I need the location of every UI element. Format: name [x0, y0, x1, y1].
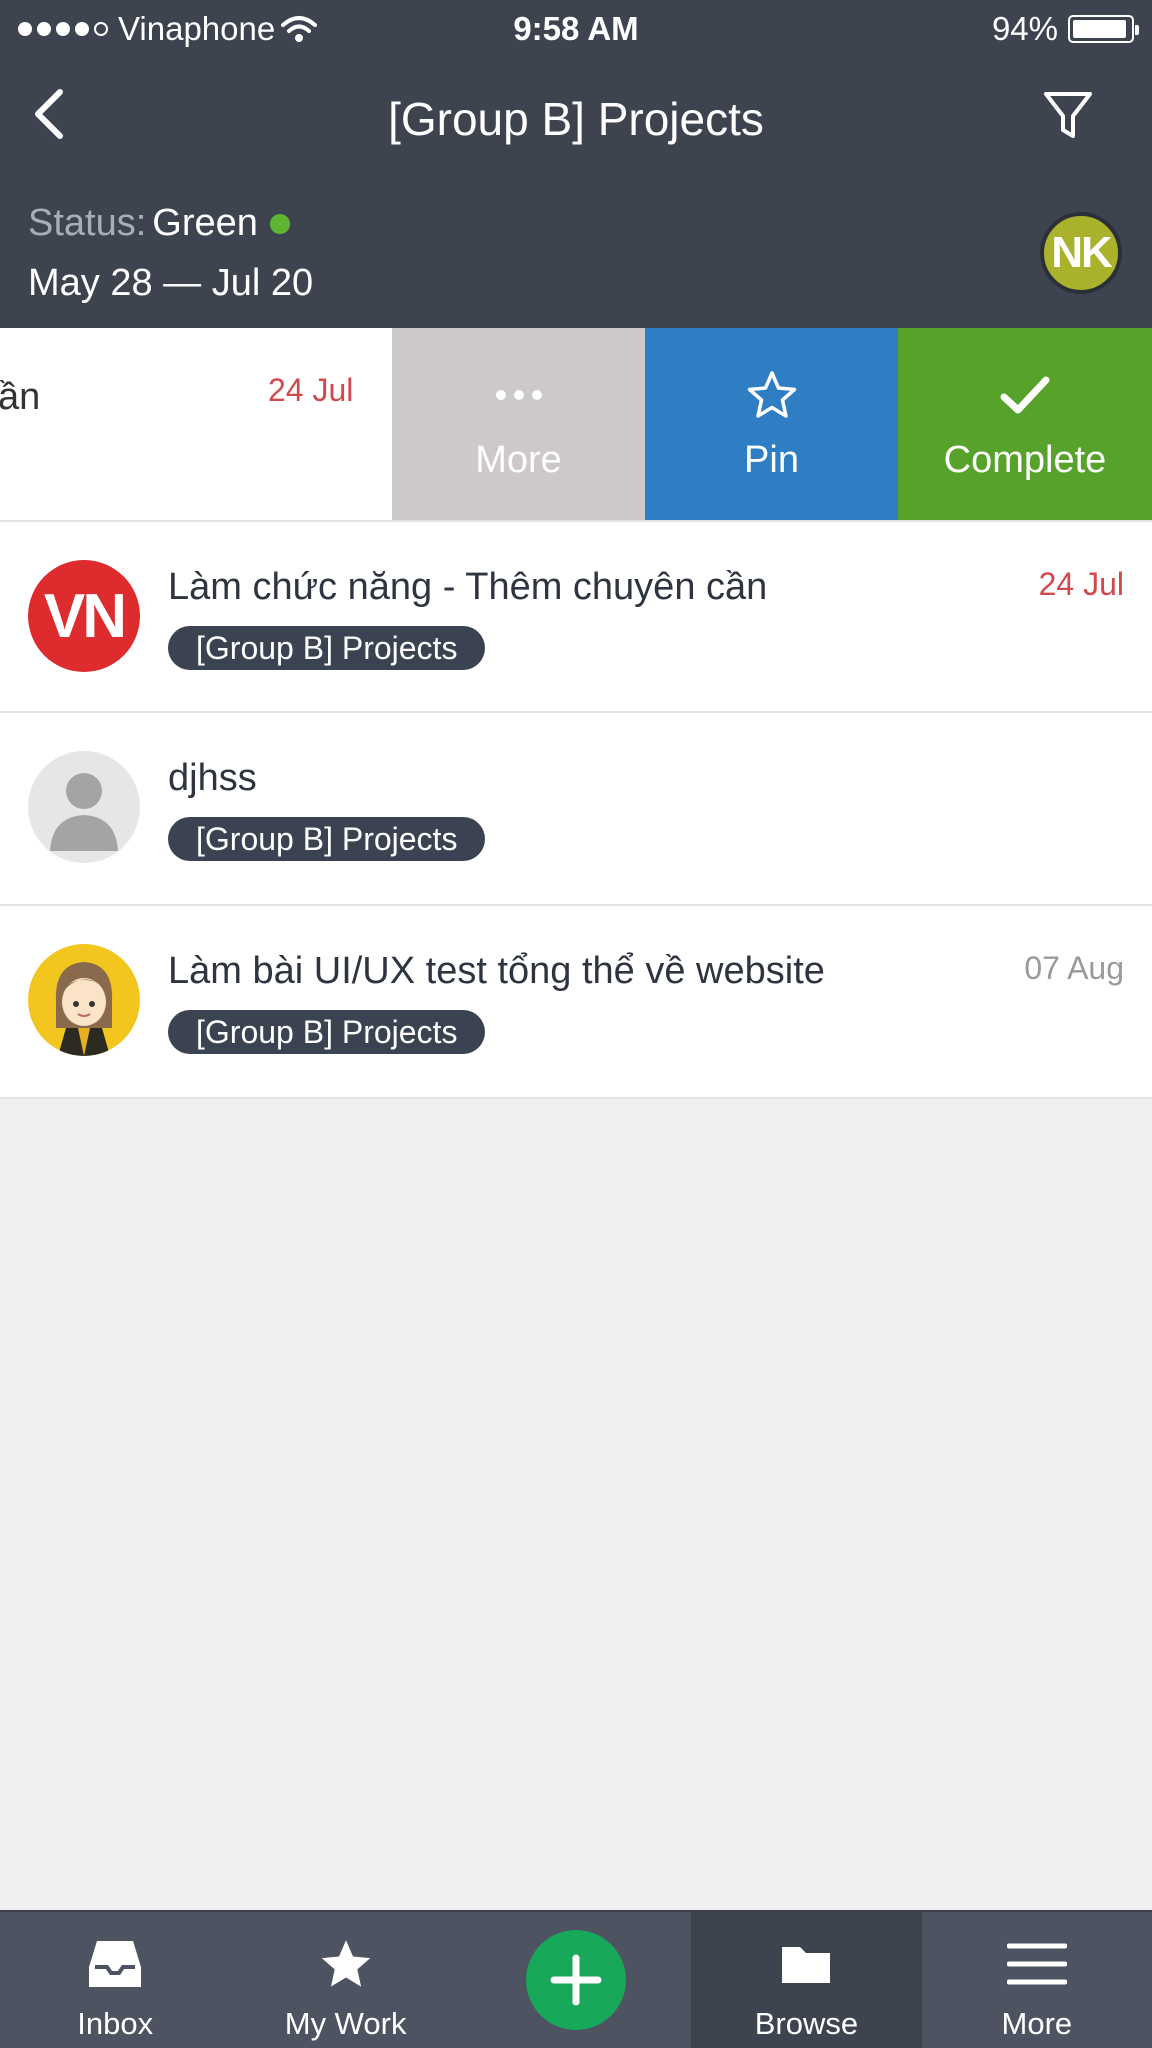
status-value: Green — [152, 202, 258, 244]
task-title: Làm chức năng - Thêm chuyên cần — [168, 566, 768, 608]
assignee-avatar — [28, 751, 140, 863]
complete-action-button[interactable]: Complete — [898, 328, 1152, 520]
checkmark-icon — [999, 367, 1051, 423]
battery-icon — [1068, 15, 1139, 43]
task-title: Làm bài UI/UX test tổng thể về website — [168, 950, 825, 992]
hamburger-menu-icon — [1006, 1934, 1067, 1994]
tab-more-label: More — [1001, 2006, 1073, 2041]
tab-my-work-label: My Work — [284, 2006, 407, 2041]
tab-more[interactable]: More — [922, 1912, 1152, 2048]
more-action-button[interactable]: More — [392, 328, 645, 520]
project-tag: [Group B] Projects — [168, 817, 486, 861]
bottom-tab-bar: Inbox My Work Browse More — [0, 1910, 1152, 2048]
project-tag: [Group B] Projects — [168, 626, 486, 670]
tab-my-work[interactable]: My Work — [230, 1912, 460, 2048]
person-silhouette-icon — [50, 773, 118, 851]
ellipsis-icon — [494, 367, 544, 423]
clock: 9:58 AM — [513, 10, 639, 47]
add-task-button[interactable] — [461, 1912, 691, 2048]
tab-inbox-label: Inbox — [77, 2006, 154, 2041]
status-indicator — [269, 213, 290, 234]
pin-action-label: Pin — [744, 438, 799, 481]
assignee-avatar: VN — [28, 560, 140, 672]
task-row[interactable]: Làm bài UI/UX test tổng thể về website 0… — [0, 906, 1152, 1099]
plus-icon — [526, 1930, 627, 2030]
project-tag: [Group B] Projects — [168, 1010, 486, 1054]
swiped-task-title: ần — [0, 376, 41, 418]
tab-browse[interactable]: Browse — [691, 1912, 922, 2048]
folder-icon — [778, 1934, 834, 1994]
swiped-task-row[interactable]: ần 24 Jul More Pin Complete — [0, 328, 1152, 520]
task-list: VN Làm chức năng - Thêm chuyên cần 24 Ju… — [0, 520, 1152, 1099]
app-header: Vinaphone 9:58 AM 94% [Group B] Projects… — [0, 0, 1152, 328]
battery-info: 94% — [991, 10, 1139, 48]
assignee-avatar — [28, 944, 140, 1056]
status-label: Status: — [28, 202, 147, 244]
pin-action-button[interactable]: Pin — [645, 328, 898, 520]
task-row[interactable]: djhss [Group B] Projects — [0, 713, 1152, 906]
battery-percent: 94% — [991, 10, 1058, 47]
task-due-date: 24 Jul — [1038, 566, 1124, 602]
star-icon — [318, 1934, 374, 1994]
inbox-icon — [85, 1934, 145, 1994]
project-status: Status: Green — [28, 202, 290, 245]
star-icon — [746, 367, 798, 423]
tab-browse-label: Browse — [754, 2006, 859, 2041]
more-action-label: More — [475, 438, 562, 481]
project-date-range: May 28 — Jul 20 — [28, 262, 314, 304]
page-title: [Group B] Projects — [388, 93, 764, 145]
tab-inbox[interactable]: Inbox — [0, 1912, 230, 2048]
character-avatar-icon — [55, 962, 113, 1056]
swiped-task-date: 24 Jul — [268, 372, 354, 408]
task-due-date: 07 Aug — [1024, 950, 1124, 986]
complete-action-label: Complete — [943, 438, 1107, 481]
filter-icon[interactable] — [1040, 88, 1096, 144]
status-bar: Vinaphone 9:58 AM 94% — [0, 0, 1152, 56]
task-row[interactable]: VN Làm chức năng - Thêm chuyên cần 24 Ju… — [0, 520, 1152, 713]
owner-avatar[interactable]: NK — [1040, 212, 1122, 294]
task-title: djhss — [168, 757, 257, 799]
